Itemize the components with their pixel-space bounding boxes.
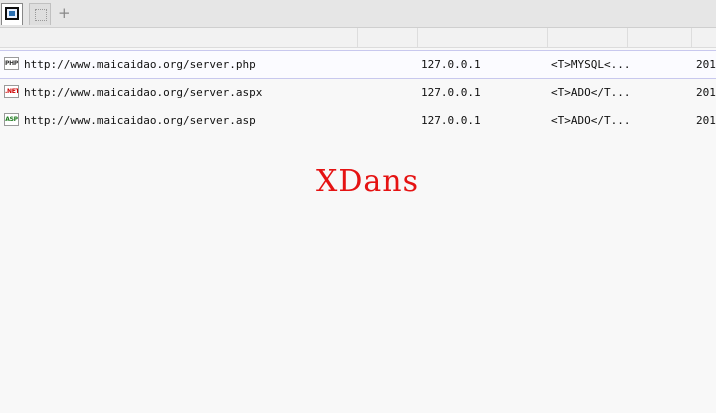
- row-ip: 127.0.0.1: [421, 114, 481, 127]
- column-header-date[interactable]: [691, 28, 716, 47]
- window-icon: [5, 7, 19, 20]
- row-type: <T>MYSQL<...: [551, 58, 631, 71]
- dotnet-file-icon: .NET: [4, 85, 19, 98]
- tab-bar: +: [0, 0, 716, 28]
- asp-file-icon: ASP: [4, 113, 19, 126]
- blank-tab-icon: [35, 9, 47, 21]
- column-header-note[interactable]: [627, 28, 692, 47]
- column-header-spacer[interactable]: [357, 28, 418, 47]
- row-date: 2014: [696, 114, 716, 127]
- row-ip: 127.0.0.1: [421, 58, 481, 71]
- row-date: 2014: [696, 86, 716, 99]
- column-header-ip[interactable]: [417, 28, 548, 47]
- table-row[interactable]: .NET http://www.maicaidao.org/server.asp…: [0, 79, 716, 106]
- row-url: http://www.maicaidao.org/server.php: [24, 58, 256, 71]
- php-file-icon: PHP: [4, 57, 19, 70]
- row-date: 2014: [696, 58, 716, 71]
- second-tab[interactable]: [29, 3, 51, 25]
- row-type: <T>ADO</T...: [551, 86, 631, 99]
- row-url: http://www.maicaidao.org/server.asp: [24, 114, 256, 127]
- column-header-type[interactable]: [547, 28, 628, 47]
- row-ip: 127.0.0.1: [421, 86, 481, 99]
- column-header-url[interactable]: [0, 28, 358, 47]
- table-row[interactable]: ASP http://www.maicaidao.org/server.asp …: [0, 107, 716, 134]
- watermark-text: XDans: [316, 164, 420, 199]
- add-tab-button[interactable]: +: [58, 4, 71, 22]
- table-row[interactable]: PHP http://www.maicaidao.org/server.php …: [0, 50, 716, 79]
- list-header: [0, 28, 716, 48]
- row-type: <T>ADO</T...: [551, 114, 631, 127]
- main-tab[interactable]: [1, 3, 23, 25]
- row-url: http://www.maicaidao.org/server.aspx: [24, 86, 263, 99]
